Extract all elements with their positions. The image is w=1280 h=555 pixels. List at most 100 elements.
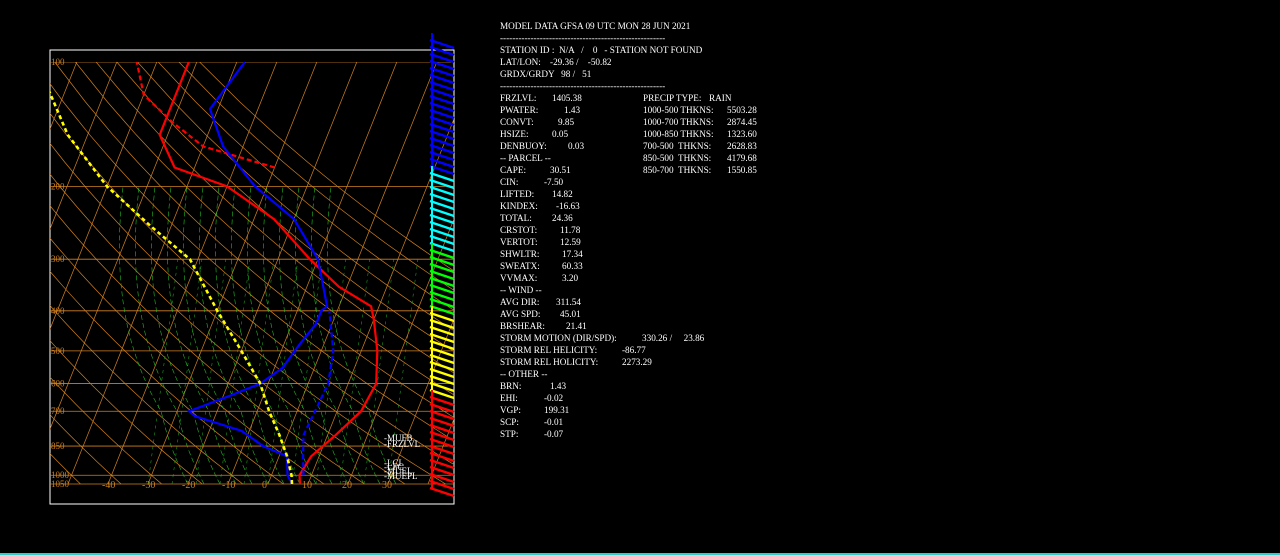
chart-grid [50,62,470,485]
param-value: -86.77 [622,345,646,355]
wind-barb [429,479,455,491]
param-value: 311.54 [556,297,581,307]
wind-barb [429,73,455,85]
separator: ----------------------------------------… [500,81,666,91]
param-label: STORM REL HELICITY: [500,345,598,355]
param-label: DENBUOY: [500,141,547,151]
mixing-ratio-line [171,259,203,485]
param-value: 1323.60 [727,129,757,139]
wind-barbs [429,33,455,498]
pressure-tick-label: 200 [51,181,65,191]
param-value: 1.43 [550,381,567,391]
param-value: 4179.68 [727,153,757,163]
wind-barb [429,87,455,99]
param-label: -- OTHER -- [500,369,548,379]
param-value: -16.63 [556,201,580,211]
param-label: STP: [500,429,519,439]
dry-adiabat [50,142,446,485]
param-value: 199.31 [544,405,570,415]
param-label: STORM MOTION (DIR/SPD): [500,333,617,343]
isotherm [107,62,278,485]
param-value: 1550.85 [727,165,757,175]
param-label: CAPE: [500,165,527,175]
temperature-tick-label: -20 [182,480,195,491]
isotherm [387,318,454,485]
wind-barb [429,367,455,379]
param-value: -7.50 [544,177,564,187]
dry-adiabat [137,62,454,332]
wind-barb [429,276,455,288]
param-value: -0.01 [544,417,564,427]
param-label: KINDEX: [500,201,538,211]
model-title: MODEL DATA GFSA 09 UTC MON 28 JUN 2021 [500,21,691,31]
dry-adiabat [50,83,454,442]
wind-barb [429,395,455,407]
param-label: CONVT: [500,117,534,127]
wind-barb [429,451,455,463]
param-label: HSIZE: [500,129,529,139]
param-label: FRZLVL: [500,93,537,103]
dry-adiabat [54,62,454,418]
wind-barb [429,458,455,470]
wind-barb [429,486,455,498]
wind-barb [429,101,455,113]
wind-barb [429,353,455,365]
param-label: 700-500 THKNS: [643,141,712,151]
param-label: -- WIND -- [500,285,542,295]
wind-barb [429,360,455,372]
param-label: SWEATX: [500,261,540,271]
temperature-tick-label: 20 [342,480,352,491]
param-value: 45.01 [560,309,581,319]
wind-barb [429,206,455,218]
wind-barb [429,283,455,295]
param-label: CIN: [500,177,519,187]
param-label: 1000-500 THKNS: [643,105,714,115]
param-value: -0.07 [544,429,564,439]
wind-barb [429,374,455,386]
param-value: 1405.38 [552,93,582,103]
wind-barb [429,143,455,155]
param-value: 60.33 [562,261,583,271]
wind-barb [429,52,455,64]
temperature-tick-label: 10 [302,480,312,491]
temperature-tick-label: -30 [142,480,155,491]
wind-barb [429,45,455,57]
wind-barb [429,444,455,456]
param-value: 1.43 [564,105,581,115]
wind-barb [429,416,455,428]
isotherm [468,62,470,484]
wind-barb [429,171,455,183]
param-value: 21.41 [566,321,587,331]
param-value: 30.51 [550,165,571,175]
wind-barb [429,185,455,197]
param-label: 1000-700 THKNS: [643,117,714,127]
wind-barb [429,227,455,239]
isotherm [50,62,198,430]
pressure-tick-label: 300 [51,254,65,264]
param-value: 330.26 / 23.86 [642,333,705,343]
separator: ----------------------------------------… [500,33,666,43]
param-label: EHI: [500,393,518,403]
param-value: 2628.83 [727,141,757,151]
dry-adiabat [157,62,454,311]
wind-barb [429,297,455,309]
wind-barb [429,402,455,414]
wind-barb [429,423,455,435]
param-label: STORM REL HOLICITY: [500,357,599,367]
pressure-tick-label: 700 [51,406,65,416]
wind-barb [429,157,455,169]
param-value: RAIN [709,93,732,103]
dry-adiabat [50,376,162,485]
skew-t-chart: -40 -30 -20 -10 0 10 20 30 100 200 300 400 500 600 70… [49,33,470,505]
param-value: 11.78 [560,225,581,235]
param-value: 3.20 [562,273,579,283]
param-value: 24.36 [552,213,573,223]
temperature-tick-label: 0 [262,480,267,491]
param-label: BRSHEAR: [500,321,545,331]
level-label: -FRZLVL [384,439,420,449]
param-value: 12.59 [560,237,581,247]
wind-barb [429,94,455,106]
param-label: -- PARCEL -- [500,153,551,163]
dry-adiabat [199,62,454,272]
isotherm [50,62,118,230]
